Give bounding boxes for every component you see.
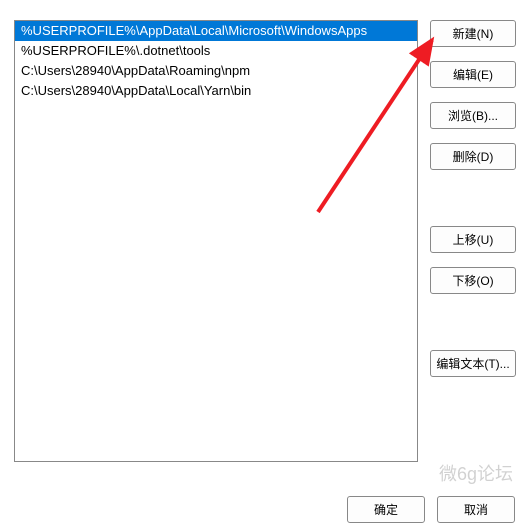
- cancel-button[interactable]: 取消: [437, 496, 515, 523]
- bottom-button-panel: 确定 取消: [347, 496, 515, 523]
- move-up-button[interactable]: 上移(U): [430, 226, 516, 253]
- list-item[interactable]: C:\Users\28940\AppData\Roaming\npm: [15, 61, 417, 81]
- edit-button[interactable]: 编辑(E): [430, 61, 516, 88]
- list-item[interactable]: C:\Users\28940\AppData\Local\Yarn\bin: [15, 81, 417, 101]
- watermark-text: 微6g论坛: [439, 460, 513, 486]
- list-item[interactable]: %USERPROFILE%\AppData\Local\Microsoft\Wi…: [15, 21, 417, 41]
- delete-button[interactable]: 删除(D): [430, 143, 516, 170]
- browse-button[interactable]: 浏览(B)...: [430, 102, 516, 129]
- new-button[interactable]: 新建(N): [430, 20, 516, 47]
- side-button-panel: 新建(N) 编辑(E) 浏览(B)... 删除(D) 上移(U) 下移(O) 编…: [430, 20, 516, 377]
- edit-text-button[interactable]: 编辑文本(T)...: [430, 350, 516, 377]
- move-down-button[interactable]: 下移(O): [430, 267, 516, 294]
- path-list[interactable]: %USERPROFILE%\AppData\Local\Microsoft\Wi…: [14, 20, 418, 462]
- ok-button[interactable]: 确定: [347, 496, 425, 523]
- list-item[interactable]: %USERPROFILE%\.dotnet\tools: [15, 41, 417, 61]
